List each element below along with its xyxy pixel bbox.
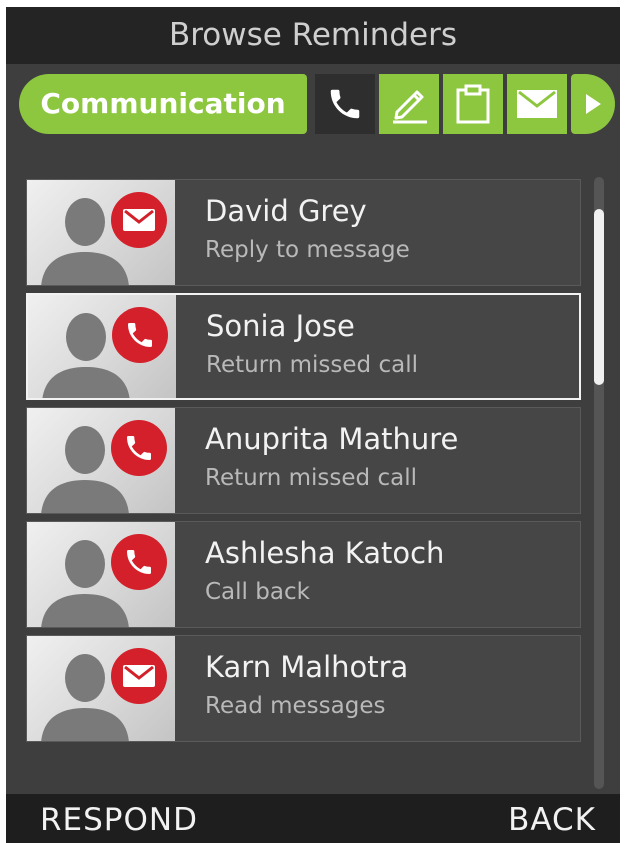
scrollbar[interactable] bbox=[594, 177, 604, 789]
reminder-action: Read messages bbox=[205, 693, 386, 719]
back-softkey[interactable]: BACK bbox=[508, 802, 596, 838]
contact-name: Ashlesha Katoch bbox=[205, 536, 445, 570]
reminder-action: Call back bbox=[205, 579, 310, 605]
phone-icon bbox=[127, 550, 151, 574]
clipboard-icon bbox=[456, 84, 490, 124]
phone-badge bbox=[111, 534, 167, 590]
mail-icon bbox=[517, 90, 557, 118]
category-communication-button[interactable]: Communication bbox=[19, 74, 307, 134]
mail-icon bbox=[123, 665, 155, 687]
phone-icon bbox=[127, 436, 151, 460]
screen: Browse Reminders Communication David Gre… bbox=[6, 7, 620, 843]
reminder-row[interactable]: David Grey Reply to message bbox=[26, 179, 581, 286]
phone-icon bbox=[330, 89, 360, 119]
reminder-action: Reply to message bbox=[205, 237, 410, 263]
tab-mail[interactable] bbox=[507, 74, 567, 134]
contact-name: David Grey bbox=[205, 194, 367, 228]
avatar bbox=[28, 295, 176, 398]
contact-name: Sonia Jose bbox=[206, 309, 355, 343]
mail-badge bbox=[111, 192, 167, 248]
tab-next-button[interactable] bbox=[571, 74, 615, 134]
contact-name: Karn Malhotra bbox=[205, 650, 409, 684]
reminder-row-selected[interactable]: Sonia Jose Return missed call bbox=[26, 293, 581, 400]
tab-tasks[interactable] bbox=[443, 74, 503, 134]
phone-icon bbox=[128, 323, 152, 347]
phone-badge bbox=[111, 420, 167, 476]
mail-badge bbox=[111, 648, 167, 704]
mail-icon bbox=[123, 209, 155, 231]
reminder-row[interactable]: Ashlesha Katoch Call back bbox=[26, 521, 581, 628]
tab-notes[interactable] bbox=[379, 74, 439, 134]
pencil-icon bbox=[393, 90, 427, 124]
page-title: Browse Reminders bbox=[6, 7, 620, 64]
softkey-bar: RESPOND BACK bbox=[6, 794, 620, 843]
reminder-row[interactable]: Anuprita Mathure Return missed call bbox=[26, 407, 581, 514]
reminder-action: Return missed call bbox=[205, 465, 417, 491]
avatar bbox=[27, 636, 175, 741]
scrollbar-thumb[interactable] bbox=[594, 209, 604, 385]
avatar bbox=[27, 180, 175, 285]
arrow-right-icon bbox=[586, 94, 601, 114]
avatar bbox=[27, 408, 175, 513]
tab-phone[interactable] bbox=[315, 74, 375, 134]
contact-name: Anuprita Mathure bbox=[205, 422, 459, 456]
avatar bbox=[27, 522, 175, 627]
reminder-row[interactable]: Karn Malhotra Read messages bbox=[26, 635, 581, 742]
phone-badge bbox=[112, 307, 168, 363]
reminder-action: Return missed call bbox=[206, 352, 418, 378]
category-filter-bar: Communication bbox=[6, 64, 620, 147]
respond-softkey[interactable]: RESPOND bbox=[40, 802, 198, 838]
